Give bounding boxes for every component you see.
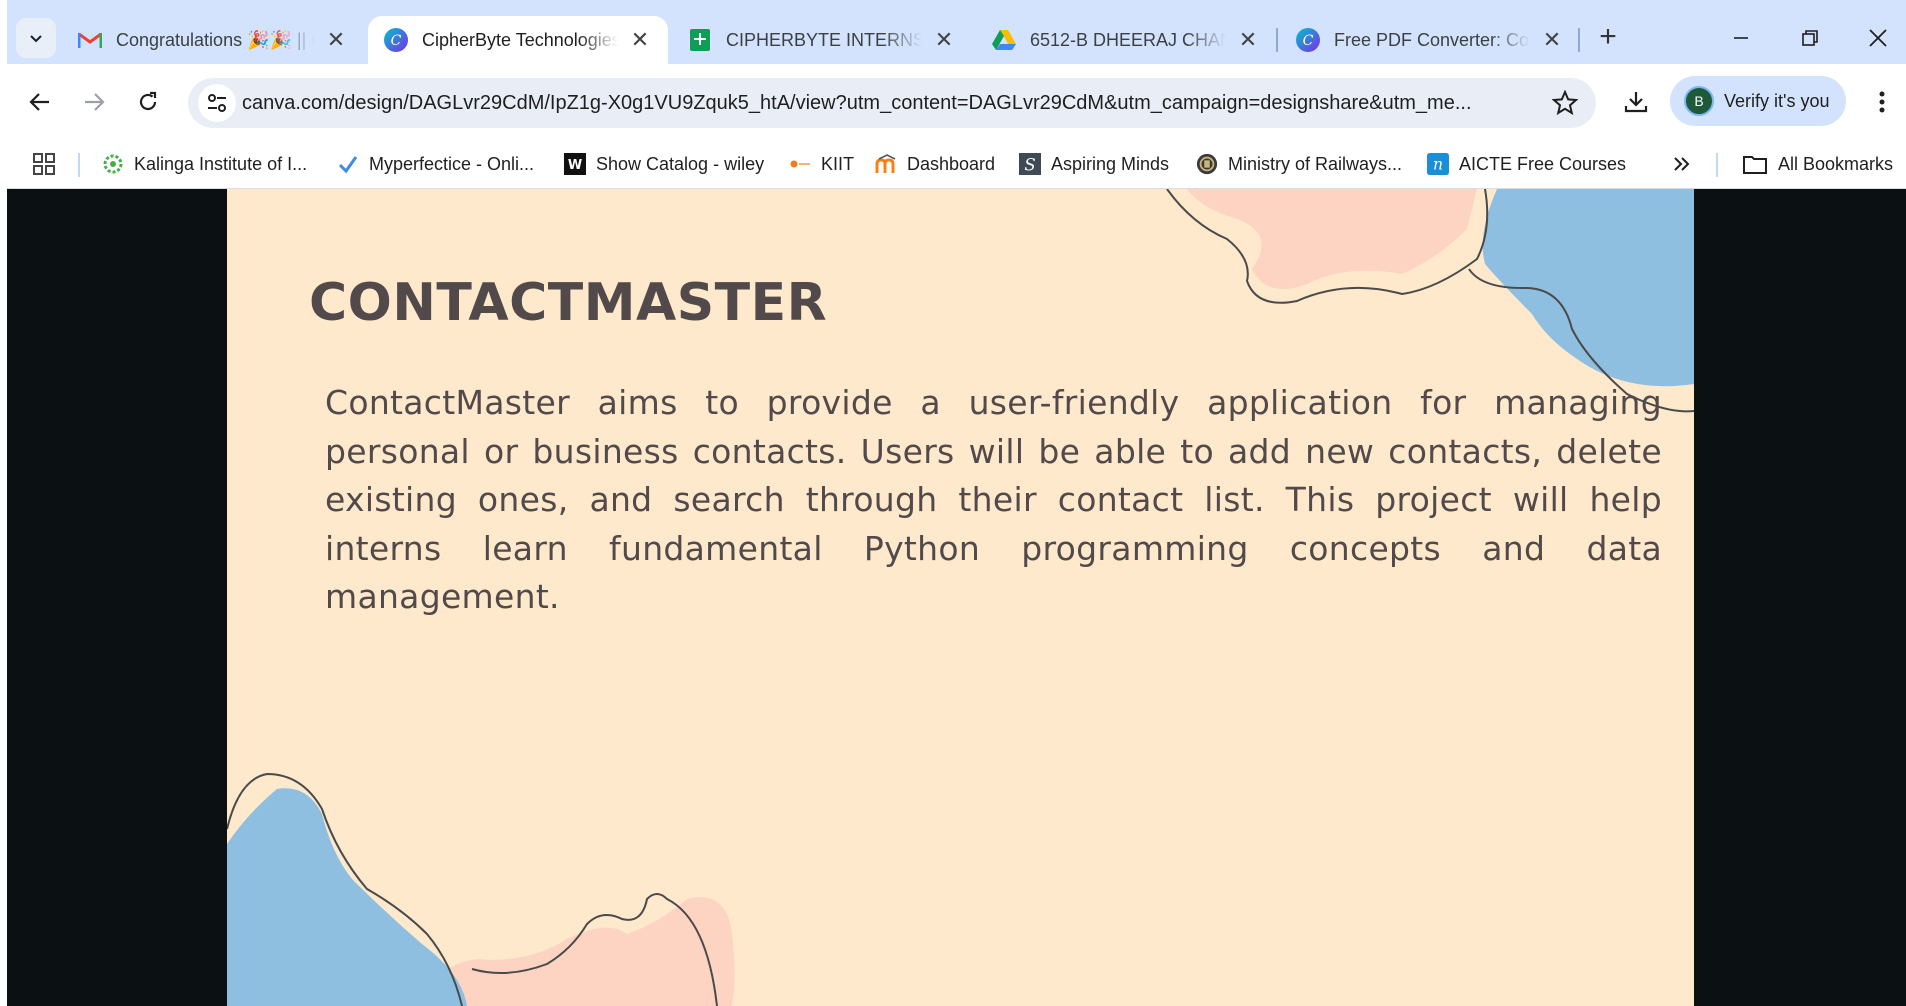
bookmark-label: Show Catalog - wiley <box>596 153 765 174</box>
myperfectice-icon <box>337 153 359 175</box>
tab-title: CipherByte Technologies <box>422 29 618 50</box>
apps-grid-icon <box>33 153 55 175</box>
bookmark-kiit[interactable]: KIIT <box>789 149 854 179</box>
profile-verify-button[interactable]: B Verify it's you <box>1670 76 1846 126</box>
tab-pdf-converter[interactable]: C Free PDF Converter: Con ✕ <box>1280 16 1580 64</box>
blue-blob-bottom <box>227 788 467 1006</box>
close-icon[interactable]: ✕ <box>1236 28 1260 52</box>
chevron-down-icon <box>30 35 42 43</box>
tab-separator <box>1578 28 1580 52</box>
restore-icon <box>1802 30 1818 46</box>
star-icon[interactable] <box>1552 90 1578 116</box>
kiit-icon <box>789 153 811 175</box>
tab-strip: Congratulations 🎉🎉 || C ✕ C CipherByte T… <box>0 0 1906 64</box>
all-bookmarks-button[interactable]: All Bookmarks <box>1742 149 1893 179</box>
bookmark-aicte[interactable]: n AICTE Free Courses <box>1427 149 1626 179</box>
google-drive-icon <box>992 28 1016 52</box>
minimize-icon <box>1734 37 1748 39</box>
close-icon[interactable]: ✕ <box>932 28 956 52</box>
bookmarks-bar: Kalinga Institute of I... Myperfectice -… <box>0 139 1906 189</box>
close-icon <box>1869 29 1887 47</box>
tab-cipherbyte[interactable]: C CipherByte Technologies ✕ <box>368 16 668 64</box>
canva-icon: C <box>1296 28 1320 52</box>
close-icon[interactable]: ✕ <box>1540 28 1564 52</box>
pink-blob-bottom <box>417 897 735 1006</box>
tab-title: 6512-B DHEERAJ CHAND <box>1030 29 1226 50</box>
google-sheets-icon <box>688 28 712 52</box>
tab-separator <box>1276 28 1278 52</box>
bookmark-aspiring-minds[interactable]: S Aspiring Minds <box>1019 149 1169 179</box>
tab-cipherbyte-internship[interactable]: CIPHERBYTE INTERNSHIP ✕ <box>672 16 972 64</box>
kiit-logo-icon <box>102 153 124 175</box>
canva-icon: C <box>384 28 408 52</box>
avatar: B <box>1684 86 1714 116</box>
bookmark-label: Myperfectice - Onli... <box>369 153 535 174</box>
pink-blob-top <box>1187 189 1477 289</box>
bookmark-label: Kalinga Institute of I... <box>134 153 308 174</box>
svg-text:S: S <box>1024 155 1035 174</box>
tab-title: Free PDF Converter: Con <box>1334 29 1530 50</box>
svg-text:C: C <box>391 33 402 49</box>
window-edge <box>0 0 7 1006</box>
new-tab-button[interactable]: + <box>1590 20 1626 56</box>
url-text[interactable]: canva.com/design/DAGLvr29CdM/IpZ1g-X0g1V… <box>242 78 1542 128</box>
bookmark-kalinga[interactable]: Kalinga Institute of I... <box>102 149 307 179</box>
aspiring-minds-icon: S <box>1019 153 1041 175</box>
profile-label: Verify it's you <box>1724 90 1830 111</box>
arrow-right-icon <box>85 93 105 111</box>
plus-icon: + <box>1599 20 1617 53</box>
bookmark-ministry-railways[interactable]: Ministry of Railways... <box>1196 149 1402 179</box>
restore-button[interactable] <box>1786 14 1834 62</box>
bookmark-label: Ministry of Railways... <box>1228 153 1403 174</box>
address-bar[interactable]: canva.com/design/DAGLvr29CdM/IpZ1g-X0g1V… <box>188 78 1596 128</box>
bookmark-label: KIIT <box>821 153 855 174</box>
moodle-icon <box>875 153 897 175</box>
apps-button[interactable] <box>32 149 56 179</box>
browser-toolbar: canva.com/design/DAGLvr29CdM/IpZ1g-X0g1V… <box>0 64 1906 139</box>
site-info-button[interactable] <box>198 84 236 122</box>
bookmark-label: All Bookmarks <box>1778 153 1894 174</box>
svg-text:C: C <box>1303 33 1314 49</box>
more-vert-icon <box>1879 91 1885 113</box>
close-icon[interactable]: ✕ <box>628 28 652 52</box>
tab-title: CIPHERBYTE INTERNSHIP <box>726 29 922 50</box>
reload-icon <box>139 91 157 111</box>
svg-text:n: n <box>1433 156 1443 174</box>
bookmark-wiley[interactable]: W Show Catalog - wiley <box>564 149 764 179</box>
design-slide: CONTACTMASTER ContactMaster aims to prov… <box>227 189 1694 1006</box>
forward-button[interactable] <box>74 82 114 122</box>
aicte-icon: n <box>1427 153 1449 175</box>
folder-icon <box>1742 153 1768 175</box>
tab-title: Congratulations 🎉🎉 || C <box>116 29 314 50</box>
railways-emblem-icon <box>1196 153 1218 175</box>
minimize-button[interactable] <box>1717 14 1765 62</box>
bookmark-label: Dashboard <box>907 153 996 174</box>
bookmark-dashboard[interactable]: Dashboard <box>875 149 995 179</box>
download-icon <box>1624 92 1648 113</box>
wiley-icon: W <box>564 153 586 175</box>
chevron-double-right-icon <box>1674 157 1690 171</box>
bookmark-separator <box>1716 153 1718 177</box>
tune-icon <box>208 94 226 112</box>
slide-title: CONTACTMASTER <box>309 273 828 333</box>
arrow-left-icon <box>29 93 49 111</box>
more-bookmarks-button[interactable] <box>1672 149 1692 179</box>
close-icon[interactable]: ✕ <box>324 28 348 52</box>
close-window-button[interactable] <box>1854 14 1902 62</box>
bookmark-separator <box>78 153 80 177</box>
bookmark-label: Aspiring Minds <box>1051 153 1170 174</box>
gmail-icon <box>78 28 102 52</box>
bookmark-myperfectice[interactable]: Myperfectice - Onli... <box>337 149 534 179</box>
downloads-button[interactable] <box>1616 82 1656 122</box>
svg-text:W: W <box>568 158 582 173</box>
tab-search-button[interactable] <box>16 18 56 58</box>
back-button[interactable] <box>20 82 60 122</box>
tab-google-drive[interactable]: 6512-B DHEERAJ CHAND ✕ <box>976 16 1276 64</box>
tab-gmail[interactable]: Congratulations 🎉🎉 || C ✕ <box>62 16 364 64</box>
reload-button[interactable] <box>128 82 168 122</box>
bookmark-label: AICTE Free Courses <box>1459 153 1627 174</box>
slide-body: ContactMaster aims to provide a user-fri… <box>325 383 1662 616</box>
browser-menu-button[interactable] <box>1862 82 1902 122</box>
